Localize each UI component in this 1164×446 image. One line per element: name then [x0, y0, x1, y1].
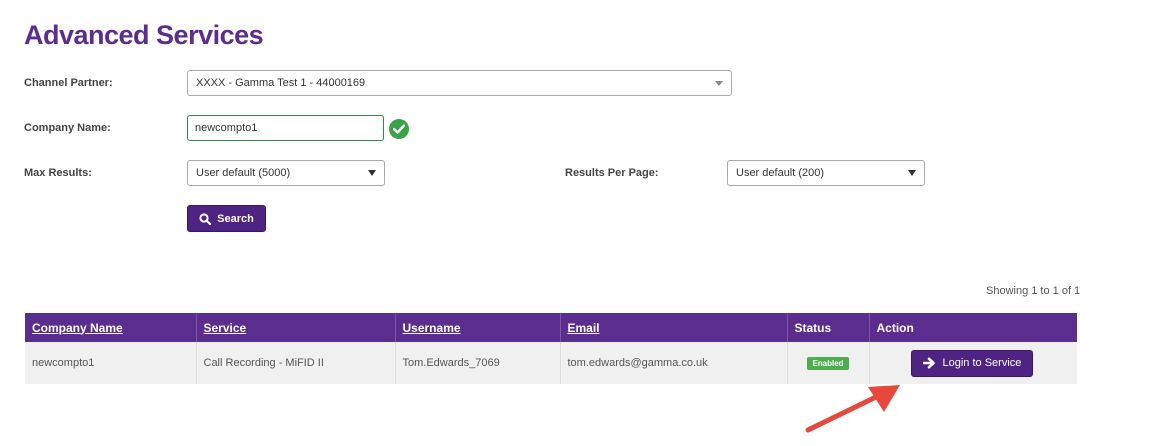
cell-action: Login to Service — [869, 342, 1077, 384]
table-row: newcompto1 Call Recording - MiFID II Tom… — [25, 342, 1077, 384]
max-results-select[interactable]: User default (5000) — [187, 160, 385, 186]
login-button-label: Login to Service — [942, 357, 1022, 369]
search-icon — [199, 212, 212, 225]
chevron-down-icon — [715, 81, 723, 86]
table-header-row: Company Name Service Username Email Stat… — [25, 313, 1077, 342]
chevron-down-icon — [908, 170, 916, 176]
arrow-right-icon — [922, 357, 935, 369]
column-header-action: Action — [876, 320, 914, 335]
company-name-value: newcompto1 — [195, 122, 258, 134]
results-per-page-value: User default (200) — [736, 167, 825, 179]
cell-email: tom.edwards@gamma.co.uk — [560, 342, 788, 384]
red-arrow-annotation — [805, 385, 900, 433]
max-results-value: User default (5000) — [196, 167, 291, 179]
column-header-status: Status — [787, 313, 870, 342]
status-badge: Enabled — [807, 356, 849, 370]
results-per-page-select[interactable]: User default (200) — [727, 160, 925, 186]
chevron-down-icon — [368, 170, 376, 176]
results-table: Company Name Service Username Email Stat… — [25, 313, 1077, 384]
search-button[interactable]: Search — [187, 205, 266, 232]
column-header-username[interactable]: Username — [395, 313, 561, 342]
company-name-label: Company Name: — [24, 122, 111, 134]
check-circle-icon — [389, 119, 409, 139]
channel-partner-label: Channel Partner: — [24, 77, 113, 89]
channel-partner-select[interactable]: XXXX - Gamma Test 1 - 44000169 — [187, 70, 732, 96]
column-header-email[interactable]: Email — [560, 313, 788, 342]
cell-status: Enabled — [787, 342, 870, 384]
column-header-service[interactable]: Service — [196, 313, 396, 342]
page-title: Advanced Services — [24, 20, 264, 50]
max-results-label: Max Results: — [24, 167, 92, 179]
column-header-company-name[interactable]: Company Name — [25, 313, 197, 342]
company-name-input[interactable]: newcompto1 — [187, 115, 384, 141]
cell-service: Call Recording - MiFID II — [196, 342, 396, 384]
cell-username: Tom.Edwards_7069 — [395, 342, 561, 384]
results-per-page-label: Results Per Page: — [565, 167, 659, 179]
cell-company-name: newcompto1 — [25, 342, 197, 384]
results-count: Showing 1 to 1 of 1 — [986, 285, 1081, 297]
channel-partner-value: XXXX - Gamma Test 1 - 44000169 — [196, 77, 366, 89]
login-to-service-button[interactable]: Login to Service — [910, 349, 1034, 377]
search-button-label: Search — [217, 212, 254, 225]
